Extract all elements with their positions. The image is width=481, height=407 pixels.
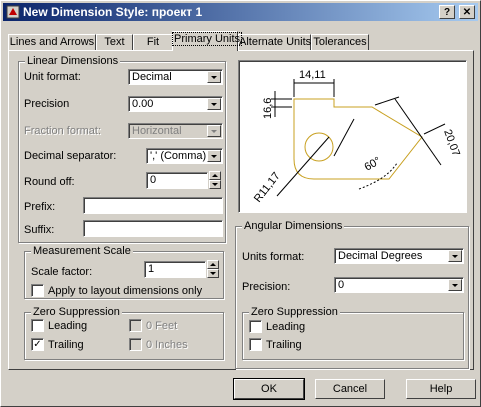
suffix-label: Suffix: <box>24 224 55 236</box>
tab-tolerances[interactable]: Tolerances <box>311 34 369 50</box>
title-bar[interactable]: New Dimension Style: проект 1 ? ✕ <box>3 3 478 21</box>
scale-factor-value: 1 <box>148 263 155 275</box>
tab-primary-units[interactable]: Primary Units <box>171 31 243 51</box>
round-off-label: Round off: <box>24 176 75 188</box>
scale-factor-label: Scale factor: <box>31 266 93 278</box>
fraction-format-select: Horizontal <box>128 123 223 139</box>
zero-feet-checkbox <box>129 319 142 332</box>
tab-alternate-units[interactable]: Alternate Units <box>238 34 311 50</box>
scale-factor-input[interactable]: 1 <box>144 261 206 278</box>
angular-leading-checkbox[interactable] <box>249 320 262 333</box>
chevron-down-icon <box>207 125 221 137</box>
chevron-down-icon[interactable] <box>448 279 462 291</box>
apply-layout-label: Apply to layout dimensions only <box>48 285 203 297</box>
tab-text[interactable]: Text <box>96 34 133 50</box>
leading-label: Leading <box>48 320 88 332</box>
prefix-input[interactable] <box>83 197 223 214</box>
close-button[interactable]: ✕ <box>459 5 475 19</box>
trailing-checkbox[interactable]: ✓ <box>31 338 44 351</box>
angular-leading-label: Leading <box>266 321 306 333</box>
round-off-spinner[interactable] <box>209 171 221 189</box>
help-button[interactable]: Help <box>406 379 476 399</box>
suffix-input[interactable] <box>83 220 223 237</box>
fraction-format-label: Fraction format: <box>24 125 102 137</box>
decimal-separator-value: ',' (Comma) <box>150 150 207 162</box>
dim-top-label: 14,11 <box>299 69 326 81</box>
dim-radius-label: R11,17 <box>252 170 283 205</box>
chevron-down-icon[interactable] <box>448 250 462 262</box>
cancel-button[interactable]: Cancel <box>315 379 385 399</box>
zero-inches-label: 0 Inches <box>146 339 188 351</box>
preview-pane: 14,11 16,6 20,07 60° R11,17 <box>238 60 467 213</box>
dimension-preview-drawing: 14,11 16,6 20,07 60° R11,17 <box>252 69 462 205</box>
fraction-format-value: Horizontal <box>132 125 182 137</box>
tab-lines-and-arrows[interactable]: Lines and Arrows <box>8 34 96 50</box>
angular-precision-select[interactable]: 0 <box>334 277 464 293</box>
spin-up-icon[interactable] <box>207 260 219 269</box>
angular-precision-value: 0 <box>338 279 345 291</box>
unit-format-value: Decimal <box>132 71 172 83</box>
round-off-value: 0 <box>150 174 157 186</box>
precision-label: Precision <box>24 98 70 110</box>
zero-feet-label: 0 Feet <box>146 320 178 332</box>
dim-right-label: 20,07 <box>441 128 462 158</box>
decimal-separator-select[interactable]: ',' (Comma) <box>146 148 223 164</box>
chevron-down-icon[interactable] <box>207 150 221 162</box>
help-title-button[interactable]: ? <box>439 5 455 19</box>
dialog-window: New Dimension Style: проект 1 ? ✕ Lines … <box>0 0 481 407</box>
angular-precision-label: Precision: <box>242 281 291 293</box>
decimal-separator-label: Decimal separator: <box>24 150 117 162</box>
zero-suppression-angular-group: Zero Suppression <box>242 306 464 360</box>
scale-factor-spinner[interactable] <box>207 260 219 278</box>
chevron-down-icon[interactable] <box>207 98 221 110</box>
tab-primary-units-label: Primary Units <box>171 32 243 46</box>
app-icon <box>6 5 20 19</box>
measurement-scale-title: Measurement Scale <box>31 245 133 257</box>
spin-up-icon[interactable] <box>209 171 221 180</box>
ok-button[interactable]: OK <box>233 378 305 400</box>
trailing-label: Trailing <box>48 339 84 351</box>
round-off-input[interactable]: 0 <box>146 172 208 189</box>
linear-dimensions-title: Linear Dimensions <box>25 55 121 67</box>
check-icon: ✓ <box>33 339 42 350</box>
unit-format-label: Unit format: <box>24 71 81 83</box>
angular-dimensions-title: Angular Dimensions <box>242 220 345 232</box>
tab-fit[interactable]: Fit <box>133 34 173 50</box>
leading-checkbox[interactable] <box>31 319 44 332</box>
precision-value: 0.00 <box>132 98 154 110</box>
apply-layout-checkbox[interactable] <box>31 284 44 297</box>
angular-units-format-value: Decimal Degrees <box>338 250 423 262</box>
spin-down-icon[interactable] <box>209 180 221 189</box>
unit-format-select[interactable]: Decimal <box>128 69 223 85</box>
prefix-label: Prefix: <box>24 201 56 213</box>
zero-suppression-linear-title: Zero Suppression <box>31 306 122 318</box>
angular-trailing-label: Trailing <box>266 339 302 351</box>
angular-units-format-label: Units format: <box>242 251 305 263</box>
spin-down-icon[interactable] <box>207 269 219 278</box>
precision-select[interactable]: 0.00 <box>128 96 223 112</box>
zero-inches-checkbox <box>129 338 142 351</box>
angular-units-format-select[interactable]: Decimal Degrees <box>334 248 464 264</box>
dim-left-label: 16,6 <box>262 98 274 119</box>
window-title: New Dimension Style: проект 1 <box>23 5 203 19</box>
zero-suppression-angular-title: Zero Suppression <box>249 306 340 318</box>
chevron-down-icon[interactable] <box>207 71 221 83</box>
angular-trailing-checkbox[interactable] <box>249 338 262 351</box>
dim-angle-label: 60° <box>363 155 383 174</box>
